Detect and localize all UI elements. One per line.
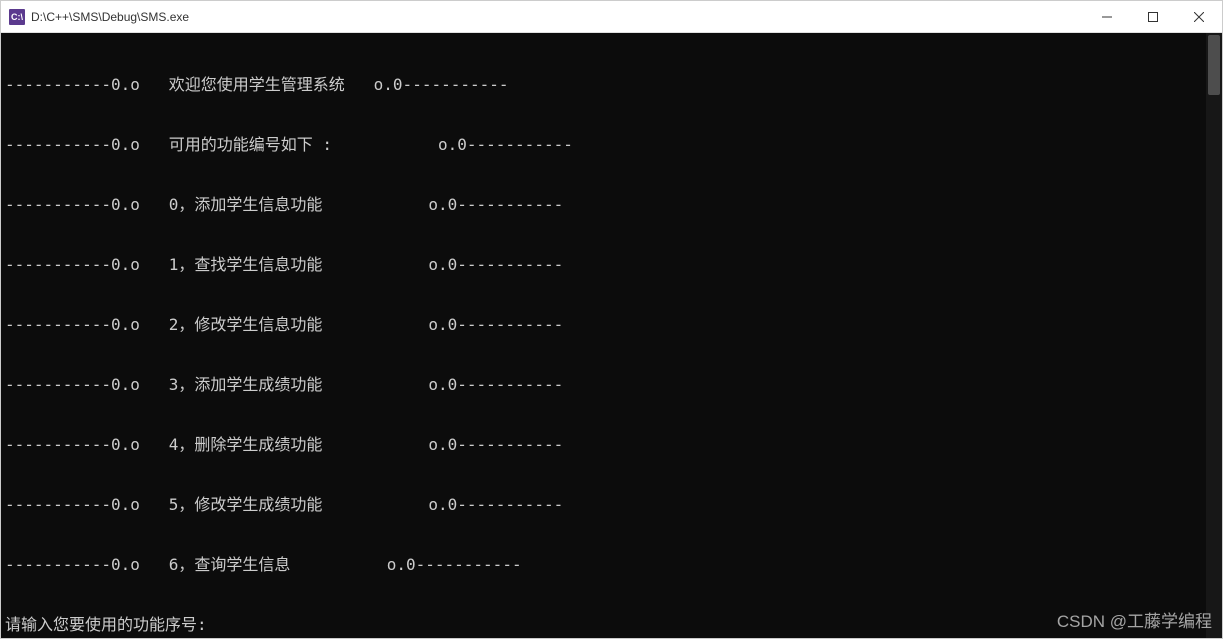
console-line: -----------0.o 欢迎您使用学生管理系统 o.0----------… [5,75,1218,95]
console-line: -----------0.o 0，添加学生信息功能 o.0----------- [5,195,1218,215]
close-icon [1194,12,1204,22]
minimize-button[interactable] [1084,1,1130,33]
close-button[interactable] [1176,1,1222,33]
console-line: -----------0.o 可用的功能编号如下 : o.0----------… [5,135,1218,155]
console-line: -----------0.o 5，修改学生成绩功能 o.0----------- [5,495,1218,515]
console-line: -----------0.o 1，查找学生信息功能 o.0----------- [5,255,1218,275]
scrollbar-thumb[interactable] [1208,35,1220,95]
scrollbar-track[interactable] [1206,33,1222,638]
minimize-icon [1102,12,1112,22]
console-line: -----------0.o 2，修改学生信息功能 o.0----------- [5,315,1218,335]
console-prompt: 请输入您要使用的功能序号: [5,615,1218,635]
console-output[interactable]: -----------0.o 欢迎您使用学生管理系统 o.0----------… [1,33,1222,638]
console-line: -----------0.o 4，删除学生成绩功能 o.0----------- [5,435,1218,455]
titlebar[interactable]: C:\ D:\C++\SMS\Debug\SMS.exe [1,1,1222,33]
console-line: -----------0.o 3，添加学生成绩功能 o.0----------- [5,375,1218,395]
maximize-button[interactable] [1130,1,1176,33]
app-icon: C:\ [9,9,25,25]
maximize-icon [1148,12,1158,22]
window-controls [1084,1,1222,33]
window-title: D:\C++\SMS\Debug\SMS.exe [31,10,1084,24]
console-line: -----------0.o 6，查询学生信息 o.0----------- [5,555,1218,575]
app-window: C:\ D:\C++\SMS\Debug\SMS.exe -----------… [0,0,1223,639]
